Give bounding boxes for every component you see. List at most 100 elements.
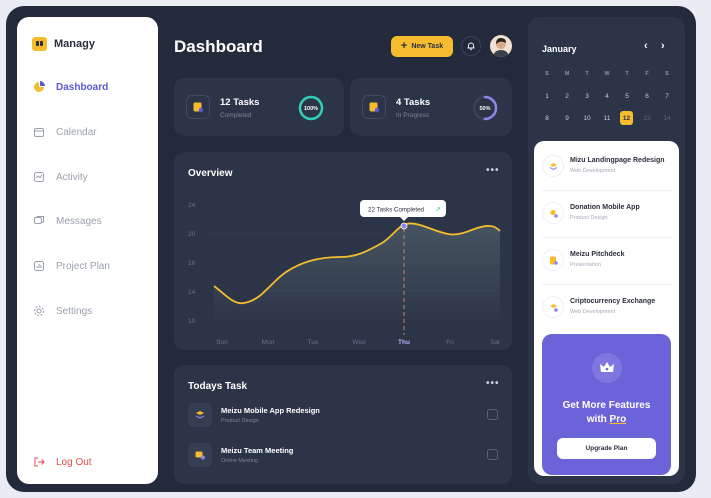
progress-label: 50% — [479, 106, 490, 112]
pie-chart-icon — [32, 80, 46, 94]
x-tick-active: Thu — [398, 339, 410, 346]
task-checkbox[interactable] — [487, 409, 498, 420]
task-row[interactable]: Meizu Team Meeting Online Meeting — [188, 443, 498, 469]
project-title: Mizu Landingpage Redesign — [570, 157, 665, 164]
activity-icon — [32, 170, 46, 184]
stat-subtitle: In Progress — [396, 112, 430, 119]
project-list: Mizu Landingpage Redesign Web Developmen… — [534, 141, 679, 476]
sidebar-item-label: Calendar — [56, 126, 97, 138]
stat-card-in-progress[interactable]: 4 Tasks In Progress 50% — [350, 78, 512, 136]
stat-title: 4 Tasks — [396, 97, 431, 108]
sidebar-item-dashboard[interactable]: Dashboard — [32, 80, 108, 94]
meeting-icon — [188, 443, 212, 467]
chart-icon — [32, 259, 46, 273]
x-tick: Wed — [352, 339, 366, 346]
x-tick: Tue — [308, 339, 319, 346]
highlight-point[interactable] — [400, 222, 408, 230]
weekday-label: F — [645, 71, 649, 77]
sidebar-item-activity[interactable]: Activity — [32, 170, 88, 184]
calendar-day[interactable]: 9 — [557, 111, 577, 125]
x-tick: Sat — [490, 339, 500, 346]
chevron-left-icon[interactable]: ‹ — [644, 40, 648, 52]
progress-label: 100% — [304, 106, 318, 112]
project-icon — [542, 155, 564, 177]
logout-label: Log Out — [56, 456, 92, 468]
sidebar-item-calendar[interactable]: Calendar — [32, 125, 97, 139]
sidebar-item-settings[interactable]: Settings — [32, 304, 92, 318]
project-subtitle: Web Development — [570, 309, 616, 315]
task-row[interactable]: Meizu Mobile App Redesign Product Design — [188, 403, 498, 429]
calendar-day[interactable]: 8 — [537, 111, 557, 125]
calendar-day[interactable]: 3 — [577, 89, 597, 103]
calendar-day[interactable]: 14 — [657, 111, 677, 125]
task-icon — [186, 95, 210, 119]
logout-button[interactable]: Log Out — [32, 455, 92, 469]
project-title: Criptocurrency Exchange — [570, 298, 656, 305]
tooltip: 22 Tasks Completed ↗ — [360, 200, 446, 221]
weekday-label: T — [625, 71, 629, 77]
weekday-label: W — [604, 71, 610, 77]
promo-title-line: Get More Features — [562, 400, 651, 411]
calendar-icon — [32, 125, 46, 139]
calendar-day-selected[interactable]: 12 — [620, 111, 633, 125]
y-tick: 14 — [188, 289, 196, 296]
avatar[interactable] — [490, 35, 512, 57]
notification-button[interactable] — [461, 36, 481, 56]
promo-title-with: with — [586, 414, 610, 425]
weekday-label: M — [564, 71, 570, 77]
app-window: Managy Dashboard Calendar Activity Messa… — [6, 6, 696, 492]
more-icon[interactable]: ••• — [486, 378, 500, 389]
y-tick: 10 — [188, 318, 196, 325]
arrow-up-right-icon: ↗ — [435, 207, 441, 214]
brand-name: Managy — [54, 38, 95, 50]
calendar-day[interactable]: 11 — [597, 111, 617, 125]
project-item[interactable]: Mizu Landingpage Redesign Web Developmen… — [542, 151, 672, 191]
calendar-day[interactable]: 2 — [557, 89, 577, 103]
page-title: Dashboard — [174, 37, 263, 56]
sidebar-item-messages[interactable]: Messages — [32, 214, 102, 228]
calendar-day[interactable]: 10 — [577, 111, 597, 125]
project-item[interactable]: Meizu Pitchdeck Presentation — [542, 245, 672, 285]
brand[interactable]: Managy — [32, 37, 95, 51]
weekday-label: S — [665, 71, 669, 77]
sidebar: Managy Dashboard Calendar Activity Messa… — [17, 17, 158, 484]
calendar-day[interactable]: 7 — [657, 89, 677, 103]
project-item[interactable]: Criptocurrency Exchange Web Development — [542, 292, 672, 332]
sidebar-item-label: Dashboard — [56, 81, 109, 93]
y-tick: 20 — [188, 231, 196, 238]
sidebar-item-project-plan[interactable]: Project Plan — [32, 259, 110, 273]
calendar-day[interactable]: 1 — [537, 89, 557, 103]
project-subtitle: Presentation — [570, 262, 601, 268]
stat-card-completed[interactable]: 12 Tasks Completed 100% — [174, 78, 344, 136]
progress-ring: 100% — [298, 95, 324, 121]
todays-task-card: Todays Task ••• Meizu Mobile App Redesig… — [174, 365, 512, 484]
brand-logo-icon — [32, 37, 47, 51]
calendar-day[interactable]: 5 — [617, 89, 637, 103]
calendar-day[interactable]: 6 — [637, 89, 657, 103]
bell-icon — [467, 42, 475, 51]
sidebar-item-label: Activity — [56, 171, 88, 183]
x-tick: Fri — [446, 339, 454, 346]
project-item[interactable]: Donation Mobile App Product Design — [542, 198, 672, 238]
x-tick: Mon — [262, 339, 275, 346]
task-icon — [188, 403, 212, 427]
right-panel: January ‹ › S M T W T F S 1 2 3 4 5 6 7 … — [528, 17, 685, 484]
chevron-right-icon[interactable]: › — [661, 40, 665, 52]
progress-ring: 50% — [472, 95, 498, 121]
new-task-label: New Task — [411, 43, 444, 50]
crown-icon — [592, 353, 622, 383]
task-icon — [362, 95, 386, 119]
upgrade-plan-button[interactable]: Upgrade Plan — [557, 438, 656, 459]
task-title: Meizu Mobile App Redesign — [221, 406, 320, 415]
promo-title: Get More Features with Pro — [542, 399, 671, 427]
calendar-day[interactable]: 13 — [637, 111, 657, 125]
project-title: Donation Mobile App — [570, 204, 640, 211]
new-task-button[interactable]: + New Task — [391, 36, 453, 57]
logout-icon — [32, 455, 46, 469]
stat-title: 12 Tasks — [220, 97, 260, 108]
calendar-day[interactable]: 4 — [597, 89, 617, 103]
crypto-icon — [542, 296, 564, 318]
overview-card: Overview ••• 24 20 16 14 10 22 Tasks Com… — [174, 152, 512, 350]
task-checkbox[interactable] — [487, 449, 498, 460]
tooltip-text: 22 Tasks Completed — [368, 207, 425, 214]
